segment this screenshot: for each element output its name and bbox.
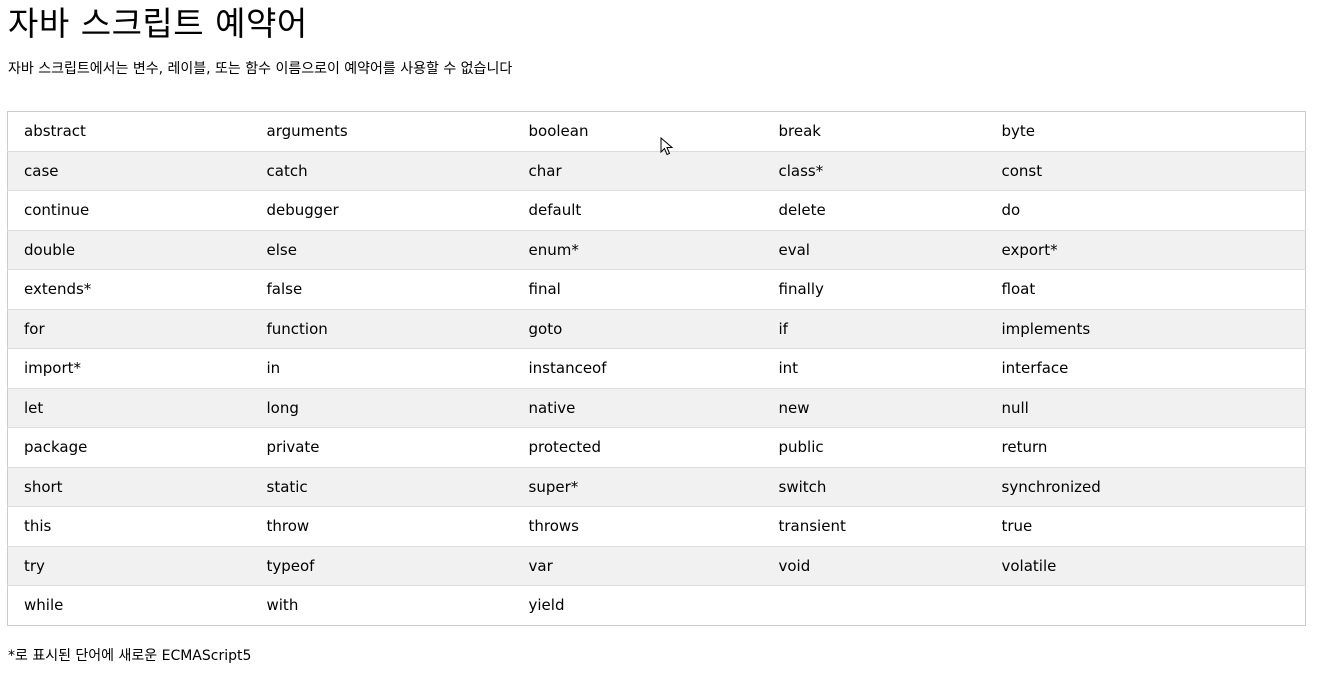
table-cell: final [512,269,763,309]
table-cell: import* [7,348,251,388]
table-cell: goto [512,308,763,349]
table-cell: debugger [250,190,513,230]
table-cell: in [250,348,513,388]
table-row: extends* false final finally float [7,269,1306,309]
table-cell: do [985,190,1306,230]
table-cell: throws [512,506,763,546]
table-cell: implements [985,308,1306,349]
footnote: *로 표시된 단어에 새로운 ECMAScript5 [8,648,252,664]
table-cell: void [762,545,986,586]
table-cell: static [250,466,513,507]
table-cell: export* [985,229,1306,270]
table-cell: float [985,269,1306,309]
table-cell: yield [512,585,763,625]
table-cell: break [778,122,821,141]
table-cell: new [762,387,986,428]
table-cell: typeof [250,545,513,586]
table-cell: with [250,585,513,625]
table-cell: native [512,387,763,428]
table-row: while with yield [7,585,1306,625]
table-cell: public [762,427,986,467]
table-cell: abstract [24,122,86,141]
table-cell: for [7,308,251,349]
page: 자바 스크립트 예약어 자바 스크립트에서는 변수, 레이블, 또는 함수 이름… [0,0,1328,677]
table-cell: transient [762,506,986,546]
table-cell: long [250,387,513,428]
table-cell: interface [985,348,1306,388]
table-cell: while [7,585,251,625]
table-row: continue debugger default delete do [7,190,1306,230]
table-cell: package [7,427,251,467]
table-cell: catch [250,150,513,191]
table-cell: this [7,506,251,546]
table-cell: arguments [266,122,348,141]
mouse-pointer-icon [660,137,674,156]
table-cell: short [7,466,251,507]
reserved-words-table: abstract arguments boolean break byte case cat… [7,111,1306,626]
table-cell: false [250,269,513,309]
table-cell: volatile [985,545,1306,586]
table-cell: finally [762,269,986,309]
table-cell: if [762,308,986,349]
table-cell: protected [512,427,763,467]
table-cell: return [985,427,1306,467]
table-row: package private protected public return [7,427,1306,467]
table-row: import* in instanceof int interface [7,348,1306,388]
intro-text: 자바 스크립트에서는 변수, 레이블, 또는 함수 이름으로이 예약어를 사용할… [8,61,513,77]
table-cell: null [985,387,1306,428]
table-row: abstract arguments boolean break byte [8,112,1306,152]
table-cell [985,585,1306,625]
table-cell: int [762,348,986,388]
table-row: let long native new null [7,387,1306,428]
table-cell: super* [512,466,763,507]
table-cell: double [7,229,251,270]
table-cell: class* [762,150,986,191]
table-row: short static super* switch synchronized [7,466,1306,507]
table-row: double else enum* eval export* [7,229,1306,270]
table-row: case catch char class* const [7,150,1306,191]
table-cell: default [512,190,763,230]
table-cell: var [512,545,763,586]
table-cell: extends* [7,269,251,309]
table-cell: case [7,150,251,191]
table-cell: function [250,308,513,349]
table-cell: char [512,150,763,191]
table-cell: continue [7,190,251,230]
table-row: this throw throws transient true [7,506,1306,546]
table-cell: try [7,545,251,586]
table-cell: boolean [528,122,589,141]
table-cell: synchronized [985,466,1306,507]
table-cell: delete [762,190,986,230]
page-title: 자바 스크립트 예약어 [8,4,308,43]
table-row: try typeof var void volatile [7,545,1306,586]
table-cell: true [985,506,1306,546]
table-cell: throw [250,506,513,546]
table-cell: enum* [512,229,763,270]
table-cell [762,585,986,625]
table-cell: switch [762,466,986,507]
table-cell: eval [762,229,986,270]
table-cell: const [985,150,1306,191]
table-cell: byte [1001,122,1036,141]
table-row: for function goto if implements [7,308,1306,349]
table-cell: let [7,387,251,428]
table-cell: else [250,229,513,270]
table-cell: instanceof [512,348,763,388]
table-cell: private [250,427,513,467]
